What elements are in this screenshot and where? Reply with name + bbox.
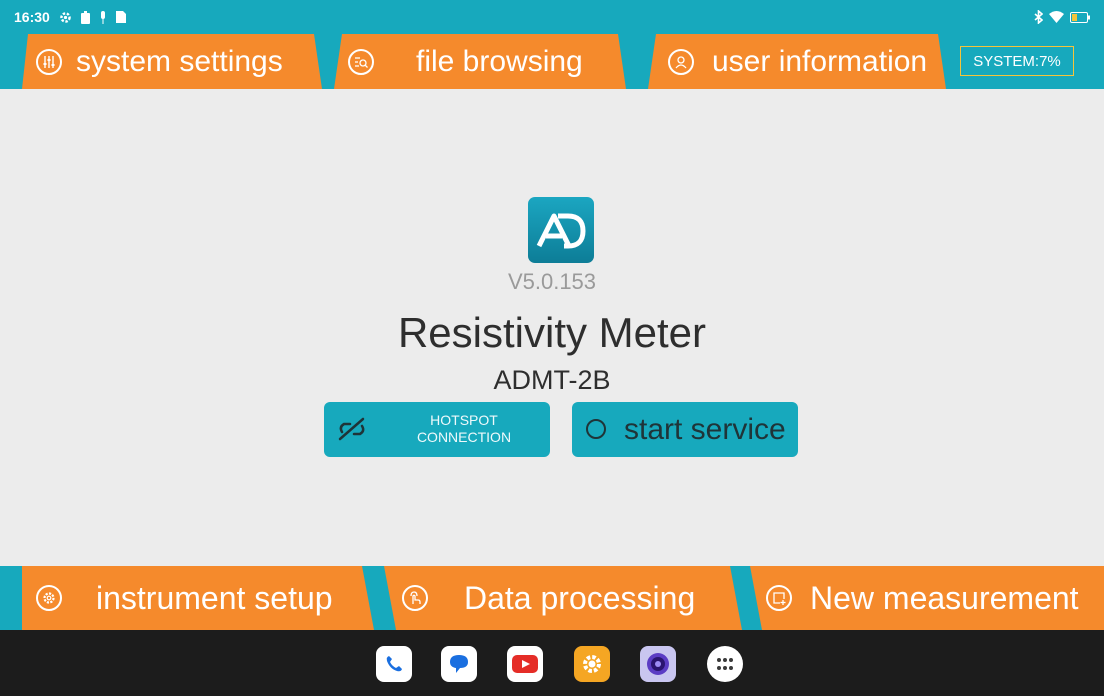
hotspot-label-line1: HOTSPOT bbox=[430, 412, 498, 428]
sim-card-icon bbox=[115, 11, 126, 23]
tab-label: instrument setup bbox=[96, 580, 333, 616]
tab-data-processing[interactable]: Data processing bbox=[384, 566, 742, 630]
app-dock bbox=[0, 630, 1104, 696]
file-search-icon bbox=[348, 48, 374, 75]
microphone-icon bbox=[99, 10, 107, 24]
top-tab-bar: system settings file browsing user infor… bbox=[0, 34, 1104, 89]
app-drawer-icon[interactable] bbox=[707, 646, 743, 682]
start-service-label: start service bbox=[624, 413, 786, 446]
tab-file-browsing[interactable]: file browsing bbox=[334, 34, 626, 89]
radio-circle-icon bbox=[586, 419, 606, 439]
app-logo-mark bbox=[536, 213, 586, 249]
app-logo bbox=[528, 197, 594, 263]
battery-notification-icon bbox=[80, 10, 90, 24]
hotspot-connection-button[interactable]: HOTSPOT CONNECTION bbox=[324, 402, 550, 457]
bottom-tab-bar: instrument setup Data processing New mea… bbox=[0, 566, 1104, 630]
tab-label: Data processing bbox=[464, 580, 696, 616]
gear-icon bbox=[36, 585, 62, 611]
tab-label: user information bbox=[712, 44, 928, 78]
touch-icon bbox=[402, 585, 428, 611]
wifi-icon bbox=[1049, 11, 1064, 23]
tab-user-information[interactable]: user information bbox=[648, 34, 946, 89]
tab-label: file browsing bbox=[416, 44, 583, 78]
tab-system-settings[interactable]: system settings bbox=[22, 34, 322, 89]
hotspot-label-line2: CONNECTION bbox=[416, 429, 512, 445]
settings-notification-icon bbox=[59, 11, 72, 24]
system-usage-badge: SYSTEM:7% bbox=[960, 46, 1074, 76]
youtube-icon[interactable] bbox=[507, 646, 543, 682]
tab-new-measurement[interactable]: New measurement bbox=[750, 566, 1104, 630]
tab-label: New measurement bbox=[810, 580, 1079, 616]
start-service-button[interactable]: start service bbox=[572, 402, 798, 457]
messages-icon[interactable] bbox=[441, 646, 477, 682]
user-icon bbox=[668, 48, 694, 75]
tab-label: system settings bbox=[76, 44, 283, 78]
phone-icon[interactable] bbox=[376, 646, 412, 682]
app-title: Resistivity Meter bbox=[397, 309, 707, 356]
add-document-icon bbox=[766, 585, 792, 611]
status-bar: 16:30 bbox=[0, 0, 1104, 34]
settings-icon[interactable] bbox=[574, 646, 610, 682]
link-off-icon bbox=[336, 416, 368, 447]
sliders-icon bbox=[36, 48, 62, 75]
bluetooth-icon bbox=[1034, 10, 1043, 24]
tab-instrument-setup[interactable]: instrument setup bbox=[22, 566, 374, 630]
app-version: V5.0.153 bbox=[507, 269, 597, 294]
camera-icon[interactable] bbox=[640, 646, 676, 682]
device-model: ADMT-2B bbox=[493, 365, 611, 395]
battery-icon bbox=[1070, 11, 1090, 23]
clock: 16:30 bbox=[14, 9, 50, 25]
